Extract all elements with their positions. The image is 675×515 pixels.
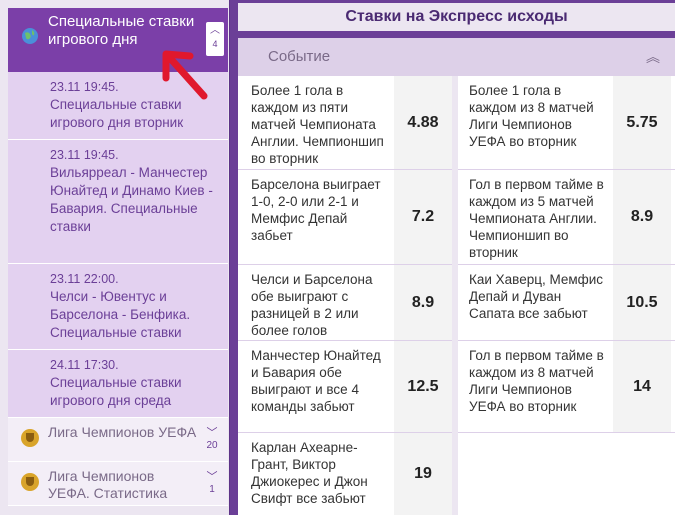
sidebar-item-label: Специальные ставки игрового дня среда <box>50 375 182 408</box>
sidebar-item-time: 23.11 22:00. <box>50 272 119 286</box>
bet-odd[interactable]: 10.5 <box>613 265 671 340</box>
chevron-down-icon: ﹀ <box>206 471 218 483</box>
sidebar-league-champions-league-stats[interactable]: Лига Чемпионов УЕФА. Статистика ﹀ 1 <box>8 462 228 506</box>
sidebar-item[interactable]: 23.11 19:45. Вильярреал - Манчестер Юнай… <box>8 140 228 264</box>
bet-description: Челси и Барселона обе выиграют с разнице… <box>251 272 373 338</box>
trophy-icon <box>21 429 39 447</box>
bet-row[interactable]: Более 1 гола в каждом из пяти матчей Чем… <box>238 76 452 170</box>
league-count: 20 <box>206 440 218 451</box>
bet-description: Карлан Ахеарне-Грант, Виктор Джиокерес и… <box>251 440 368 506</box>
bet-row[interactable]: Гол в первом тайме в каждом из 8 матчей … <box>458 341 675 433</box>
bet-row[interactable]: Челси и Барселона обе выиграют с разнице… <box>238 265 452 341</box>
sidebar-header-title: Специальные ставки игрового дня <box>48 13 195 48</box>
sidebar: Специальные ставки игрового дня ︿ 4 23.1… <box>0 0 230 515</box>
page-title: Ставки на Экспресс исходы <box>238 3 675 31</box>
double-chevron-up-icon[interactable]: ︽ <box>645 49 661 65</box>
event-column-label: Событие <box>268 48 331 65</box>
bet-row[interactable]: Более 1 гола в каждом из 8 матчей Лиги Ч… <box>458 76 675 170</box>
sidebar-item-label: Челси - Ювентус и Барселона - Бенфика. С… <box>50 289 191 340</box>
bet-description: Гол в первом тайме в каждом из 5 матчей … <box>469 177 604 260</box>
bet-description: Каи Хаверц, Мемфис Депай и Дуван Сапата … <box>469 272 604 321</box>
bet-odd[interactable]: 8.9 <box>394 265 452 340</box>
chevron-down-icon: ﹀ <box>206 427 218 439</box>
chevron-up-icon: ︿ <box>210 25 220 36</box>
league-label: Лига Чемпионов УЕФА <box>48 424 197 440</box>
league-count: 1 <box>209 484 215 495</box>
sidebar-item-time: 23.11 19:45. <box>50 148 119 162</box>
bet-odd[interactable]: 12.5 <box>394 341 452 432</box>
trophy-icon <box>21 473 39 491</box>
bet-row[interactable]: Манчестер Юнайтед и Бавария обе выиграют… <box>238 341 452 433</box>
bet-description: Более 1 гола в каждом из пяти матчей Чем… <box>251 83 384 166</box>
sidebar-item-label: Вильярреал - Манчестер Юнайтед и Динамо … <box>50 165 213 234</box>
event-column-header[interactable]: Событие ︽ <box>238 38 675 76</box>
bet-description: Барселона выиграет 1-0, 2-0 или 2-1 и Ме… <box>251 177 381 243</box>
bet-row[interactable]: Гол в первом тайме в каждом из 5 матчей … <box>458 170 675 265</box>
bet-odd[interactable]: 4.88 <box>394 76 452 169</box>
bet-description: Более 1 гола в каждом из 8 матчей Лиги Ч… <box>469 83 594 149</box>
league-label: Лига Чемпионов УЕФА. Статистика <box>48 468 168 501</box>
bet-row[interactable]: Каи Хаверц, Мемфис Депай и Дуван Сапата … <box>458 265 675 341</box>
league-toggle[interactable]: ﹀ 1 <box>204 470 220 495</box>
bet-odd[interactable]: 19 <box>394 433 452 515</box>
sidebar-item[interactable]: 24.11 17:30. Специальные ставки игрового… <box>8 350 228 418</box>
bet-row[interactable]: Карлан Ахеарне-Грант, Виктор Джиокерес и… <box>238 433 452 515</box>
bet-description: Манчестер Юнайтед и Бавария обе выиграют… <box>251 348 381 414</box>
bet-odd[interactable]: 7.2 <box>394 170 452 264</box>
sidebar-item[interactable]: 23.11 22:00. Челси - Ювентус и Барселона… <box>8 264 228 350</box>
bets-grid: Более 1 гола в каждом из пяти матчей Чем… <box>238 76 675 515</box>
bet-odd[interactable]: 5.75 <box>613 76 671 169</box>
bet-description: Гол в первом тайме в каждом из 8 матчей … <box>469 348 604 414</box>
globe-icon <box>22 28 38 44</box>
sidebar-item-time: 24.11 17:30. <box>50 358 119 372</box>
sidebar-event-list: 23.11 19:45. Специальные ставки игрового… <box>8 72 228 506</box>
sidebar-league-champions-league[interactable]: Лига Чемпионов УЕФА ﹀ 20 <box>8 418 228 462</box>
bet-row[interactable]: Барселона выиграет 1-0, 2-0 или 2-1 и Ме… <box>238 170 452 265</box>
league-toggle[interactable]: ﹀ 20 <box>204 426 220 451</box>
red-arrow-annotation <box>162 50 208 100</box>
bet-odd[interactable]: 8.9 <box>613 170 671 264</box>
bet-odd[interactable]: 14 <box>613 341 671 432</box>
